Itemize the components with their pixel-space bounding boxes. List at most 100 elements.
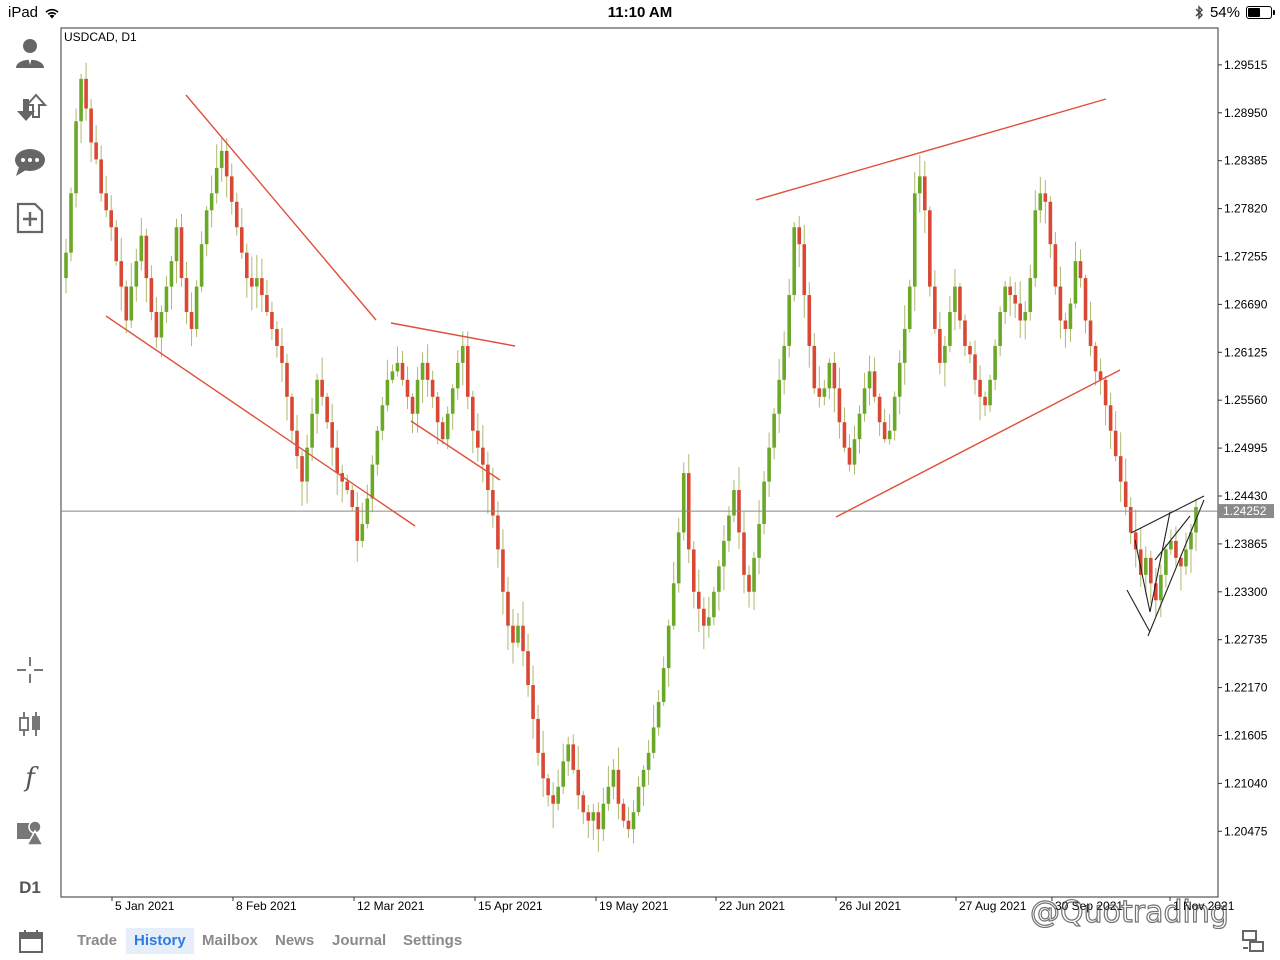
candle-body <box>782 345 786 380</box>
candle-body <box>802 244 807 296</box>
candle-body <box>74 121 78 194</box>
candle-body <box>636 786 641 813</box>
tab-trade[interactable]: Trade <box>69 928 125 954</box>
candle-body <box>1123 481 1128 508</box>
candle-body <box>265 295 269 313</box>
x-tick-label: 8 Feb 2021 <box>236 899 297 913</box>
candle-body <box>1043 193 1048 202</box>
candle-body <box>169 261 174 287</box>
candle-body <box>114 227 119 262</box>
candle-body <box>626 820 631 830</box>
account-icon <box>16 39 44 68</box>
candle-body <box>576 769 581 796</box>
candle-body <box>596 812 601 830</box>
objects-button[interactable] <box>10 812 50 852</box>
tab-settings[interactable]: Settings <box>395 928 470 954</box>
candle-body <box>521 625 525 652</box>
candle-body <box>465 345 470 397</box>
candle-body <box>541 752 545 779</box>
candle-body <box>486 464 490 491</box>
candle-body <box>958 286 962 321</box>
tab-news[interactable]: News <box>267 928 322 954</box>
candle-body <box>948 312 952 346</box>
y-tick-label: 1.24430 <box>1224 489 1268 503</box>
candle-body <box>94 142 98 160</box>
account-button[interactable] <box>10 32 50 72</box>
candle-body <box>897 362 902 397</box>
indicators-icon: f <box>25 763 35 793</box>
candle-body <box>1038 193 1043 211</box>
candle-body <box>767 447 771 482</box>
candle-body <box>1143 557 1148 575</box>
candle-body <box>646 752 651 770</box>
y-tick-label: 1.24995 <box>1224 441 1268 455</box>
candle-body <box>676 532 681 584</box>
calendar-icon[interactable] <box>18 928 44 954</box>
tab-journal[interactable]: Journal <box>324 928 394 954</box>
candle-body <box>681 473 686 533</box>
candle-body <box>666 625 671 669</box>
candle-body <box>1033 210 1038 279</box>
candle-body <box>1068 303 1073 329</box>
y-tick-label: 1.26690 <box>1224 297 1268 311</box>
candle-body <box>1023 312 1028 321</box>
candle-body <box>601 803 606 830</box>
candle-body <box>491 490 495 516</box>
x-tick-label: 5 Jan 2021 <box>115 899 175 913</box>
crosshair-button[interactable] <box>10 650 50 690</box>
trendline <box>390 322 516 347</box>
candle-body <box>887 430 892 440</box>
candle-body <box>214 167 219 194</box>
candle-body <box>777 379 781 414</box>
x-tick-label: 12 Mar 2021 <box>357 899 425 913</box>
layout-icon[interactable] <box>1240 928 1266 954</box>
candle-body <box>149 278 154 313</box>
candle-body <box>983 396 987 406</box>
candle-body <box>546 778 550 796</box>
candle-body <box>255 278 259 287</box>
candle-body <box>837 388 842 423</box>
candle-body <box>943 345 947 363</box>
plot-frame <box>60 27 1219 898</box>
tab-mailbox[interactable]: Mailbox <box>194 928 266 954</box>
candle-body <box>310 413 314 448</box>
candle-body <box>1018 303 1023 321</box>
chart-type-button[interactable] <box>10 704 50 744</box>
y-tick-label: 1.22735 <box>1224 633 1268 647</box>
chat-button[interactable] <box>10 142 50 182</box>
trade-button[interactable] <box>10 88 50 128</box>
candle-body <box>556 786 560 804</box>
candle-body <box>928 210 932 287</box>
candle-body <box>194 286 199 329</box>
candle-body <box>571 744 576 770</box>
candle-body <box>245 252 249 279</box>
candle-body <box>978 379 982 397</box>
candle-body <box>79 78 83 122</box>
timeframe-button[interactable]: D1 <box>10 868 50 908</box>
y-tick-label: 1.28950 <box>1224 106 1268 120</box>
candle-body <box>345 481 350 491</box>
candle-body <box>1083 278 1088 321</box>
candle-body <box>938 328 942 363</box>
candle-body <box>481 447 485 465</box>
candle-body <box>129 286 134 321</box>
x-tick-label: 15 Apr 2021 <box>478 899 543 913</box>
tab-history[interactable]: History <box>126 928 194 954</box>
candle-body <box>671 583 676 626</box>
trendline <box>105 315 416 527</box>
indicators-button[interactable]: f <box>10 758 50 798</box>
crosshair-icon <box>17 657 43 683</box>
candle-body <box>691 549 696 592</box>
candle-body <box>239 227 244 253</box>
candle-body <box>159 312 164 338</box>
candle-body <box>280 345 284 363</box>
candle-body <box>320 379 324 397</box>
price-chart[interactable]: USDCAD, D1 1.29515 1.28950 1.28385 1.27820 1.… <box>0 0 1280 960</box>
new-order-button[interactable] <box>10 198 50 238</box>
candle-body <box>933 286 937 329</box>
candle-body <box>1164 549 1168 575</box>
trade-arrows-icon <box>17 93 47 121</box>
candle-body <box>199 244 204 287</box>
trendline <box>185 94 377 321</box>
candle-body <box>144 235 149 279</box>
